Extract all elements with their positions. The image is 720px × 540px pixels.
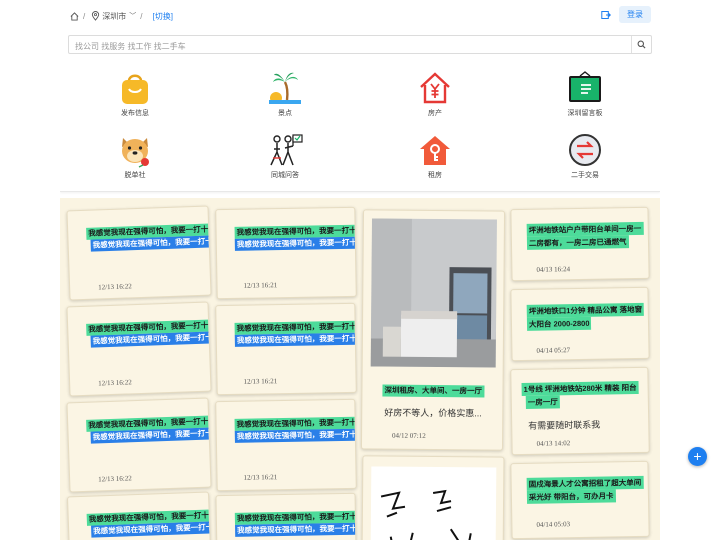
note-time: 12/13 16:21 [243, 281, 278, 290]
category-label: 深圳留言板 [567, 110, 603, 117]
category-second-hand[interactable]: 二手交易 [540, 132, 630, 194]
add-post-button[interactable]: + [688, 447, 707, 466]
note-title-line: 采光好 带阳台，可办月卡 [526, 489, 616, 504]
category-label: 租房 [428, 172, 442, 179]
note-card[interactable]: 我感觉我现在强得可怕，我要一打十个 我感觉我现在强得可怕，我要一打十个 12/1… [66, 301, 212, 397]
category-scenic[interactable]: 景点 [240, 70, 330, 132]
note-desc: 好房不等人，价格实惠... [384, 407, 482, 419]
qa-people-icon [270, 134, 303, 166]
note-card-rent[interactable]: 深圳租房、大单间、一房一厅 好房不等人，价格实惠... 04/12 07:12 [360, 209, 506, 451]
note-subtitle: 我感觉我现在强得可怕，我要一打十个 [234, 428, 357, 443]
note-time: 12/13 16:22 [98, 474, 132, 484]
login-button[interactable]: 登录 [619, 6, 651, 23]
note-time: 12/13 16:21 [243, 473, 278, 482]
bedroom-image [370, 218, 497, 368]
note-card[interactable]: 固戍海景人才公寓招租了超大单间 采光好 带阳台，可办月卡 04/14 05:03 [510, 460, 650, 540]
note-card[interactable]: 我感觉我现在强得可怕，我要一打十个 我感觉我现在强得可怕，我要一打十个 12/1… [215, 206, 357, 300]
note-card[interactable]: 我感觉我现在强得可怕，我要一打十个 我感觉我现在强得可怕，我要一打十个 12/1… [66, 397, 212, 493]
category-publish[interactable]: 发布信息 [90, 70, 180, 132]
note-card[interactable]: 坪洲地铁口1分钟 精品公寓 落地窗 大阳台 2000-2800 04/14 05… [510, 286, 650, 362]
room-photo [370, 218, 497, 368]
dog-rose-icon [122, 138, 149, 168]
chevron-down-icon[interactable]: ﹀ [129, 11, 136, 21]
page: / 深圳市 ﹀ / [切换] 登录 发布信息 [60, 0, 660, 540]
note-time: 04/14 05:27 [536, 346, 571, 355]
palm-island-icon [269, 72, 301, 104]
note-time: 04/14 05:03 [536, 520, 571, 529]
category-label: 二手交易 [571, 172, 599, 179]
note-desc: 有需要随时联系我 [528, 419, 601, 431]
category-label: 发布信息 [121, 110, 149, 117]
category-label: 房产 [428, 110, 442, 117]
note-subtitle: 我感觉我现在强得可怕，我要一打十个 [234, 236, 357, 251]
category-property[interactable]: 房产 [390, 70, 480, 132]
breadcrumb-separator: / [83, 11, 86, 21]
note-card[interactable]: 坪洲地铁站户户带阳台单间一房一 二房都有，一房二房已通燃气 04/13 16:2… [510, 206, 650, 282]
note-card[interactable]: 我感觉我现在强得可怕，我要一打十个 我感觉我现在强得可怕，我要一打十个 [215, 492, 357, 540]
handwriting-image [370, 466, 497, 540]
breadcrumb-separator: / [140, 11, 143, 21]
note-subtitle: 我感觉我现在强得可怕，我要一打十个 [234, 332, 357, 347]
house-yuan-icon [420, 72, 450, 104]
note-card[interactable]: 我感觉我现在强得可怕，我要一打十个 我感觉我现在强得可怕，我要一打十个 12/1… [215, 302, 357, 396]
note-time: 04/13 16:24 [536, 265, 571, 274]
note-card[interactable]: 我感觉我现在强得可怕，我要一打十个 我感觉我现在强得可怕，我要一打十个 12/1… [66, 205, 212, 301]
city-name[interactable]: 深圳市 [102, 11, 126, 22]
home-icon[interactable] [70, 11, 79, 21]
note-subtitle: 我感觉我现在强得可怕，我要一打十个 [235, 522, 357, 537]
note-card[interactable]: 我感觉我现在强得可怕，我要一打十个 我感觉我现在强得可怕，我要一打十个 12/1… [215, 398, 357, 492]
header: / 深圳市 ﹀ / [切换] 登录 发布信息 [60, 0, 660, 192]
note-card[interactable]: 我感觉我现在强得可怕，我要一打十个 我感觉我现在强得可怕，我要一打十个 [66, 491, 212, 540]
category-message-board[interactable]: 深圳留言板 [540, 70, 630, 132]
rent-house-icon [420, 136, 450, 165]
breadcrumb: / 深圳市 ﹀ / [切换] [70, 8, 173, 24]
search-icon [637, 40, 646, 49]
note-title-line: 一房一厅 [525, 395, 560, 409]
category-label: 同城问答 [271, 172, 299, 179]
note-title-line: 大阳台 2000-2800 [526, 316, 592, 331]
shopping-bag-icon [122, 74, 148, 104]
switch-city-link[interactable]: [切换] [152, 11, 172, 22]
publish-icon[interactable] [601, 10, 611, 20]
note-title: 深圳租房、大单间、一房一厅 [382, 384, 485, 398]
category-qa[interactable]: 同城问答 [240, 132, 330, 194]
note-time: 12/13 16:22 [98, 378, 132, 388]
note-time: 12/13 16:22 [98, 282, 132, 292]
search-input[interactable] [69, 38, 629, 55]
note-card-handwriting[interactable] [361, 455, 505, 540]
note-time: 04/12 07:12 [392, 431, 426, 440]
note-title-line: 固戍海景人才公寓招租了超大单间 [526, 475, 644, 491]
note-time: 12/13 16:21 [243, 377, 278, 386]
search-box [68, 35, 652, 55]
category-dating[interactable]: 脱单社 [90, 132, 180, 194]
category-rent[interactable]: 租房 [390, 132, 480, 194]
category-label: 脱单社 [124, 172, 146, 179]
notes-board: 我感觉我现在强得可怕，我要一打十个 我感觉我现在强得可怕，我要一打十个 12/1… [60, 198, 660, 540]
note-title-line: 二房都有，一房二房已通燃气 [526, 235, 629, 250]
search-button[interactable] [631, 36, 651, 53]
note-title-line: 1号线 坪洲地铁站280米 精装 阳台 [521, 380, 639, 397]
category-label: 景点 [278, 110, 292, 117]
handwriting-strokes [380, 489, 472, 540]
location-icon [92, 11, 100, 21]
message-board-icon [569, 71, 601, 102]
note-card[interactable]: 1号线 坪洲地铁站280米 精装 阳台 一房一厅 有需要随时联系我 04/13 … [510, 366, 650, 456]
note-time: 04/13 14:02 [536, 439, 571, 448]
note-title-line: 坪洲地铁口1分钟 精品公寓 落地窗 [526, 302, 645, 318]
exchange-icon [569, 134, 601, 166]
